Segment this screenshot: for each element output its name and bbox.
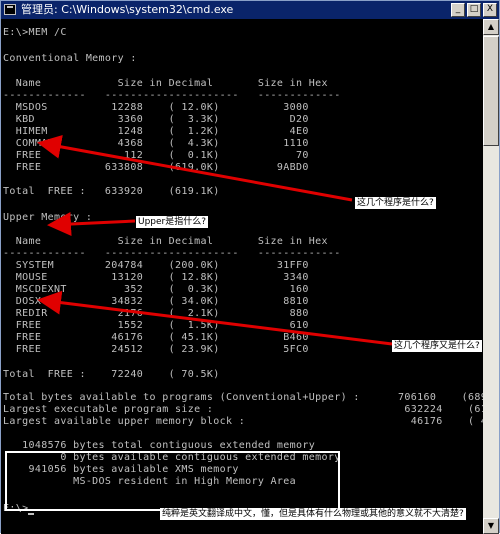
console-line: ------------- --------------------- ----… (3, 90, 341, 101)
scroll-down-button[interactable]: ▼ (483, 518, 499, 534)
scroll-up-button[interactable]: ▲ (483, 19, 499, 35)
maximize-button[interactable]: □ (467, 3, 481, 17)
vertical-scrollbar[interactable]: ▲ ▼ (483, 19, 499, 534)
text-cursor (28, 513, 35, 515)
annotation-upper-question: Upper是指什么? (136, 216, 209, 228)
window-controls: _ □ X (451, 3, 497, 17)
console-line: Largest executable program size : 632224… (3, 404, 500, 415)
console-line: REDIR 2176 ( 2.1K) 880 (3, 308, 309, 319)
annotation-bottom-note: 纯粹是英文翻译成中文，懂，但是具体有什么物理或其他的意义就不大清楚? (160, 508, 466, 520)
console-line: FREE 633808 (619.0K) 9ABD0 (3, 162, 309, 173)
console-line: MSDOS 12288 ( 12.0K) 3000 (3, 102, 309, 113)
minimize-button[interactable]: _ (451, 3, 465, 17)
console-output[interactable]: E:\>MEM /C Conventional Memory : Name Si… (1, 19, 500, 534)
extended-memory-highlight-box (5, 451, 340, 511)
console-line: MSCDEXNT 352 ( 0.3K) 160 (3, 284, 309, 295)
console-line: ------------- --------------------- ----… (3, 248, 341, 259)
console-line: Total bytes available to programs (Conve… (3, 392, 500, 403)
console-line: SYSTEM 204784 (200.0K) 31FF0 (3, 260, 309, 271)
console-line: Name Size in Decimal Size in Hex (3, 236, 328, 247)
annotation-programs-question-1: 这几个程序是什么? (355, 197, 436, 209)
console-line: FREE 112 ( 0.1K) 70 (3, 150, 309, 161)
console-line: E:\>MEM /C (3, 27, 67, 38)
console-line: Largest available upper memory block : 4… (3, 416, 500, 427)
annotation-programs-question-2: 这几个程序又是什么? (392, 340, 482, 352)
scroll-thumb[interactable] (483, 36, 499, 146)
console-line: Name Size in Decimal Size in Hex (3, 78, 328, 89)
console-line: MOUSE 13120 ( 12.8K) 3340 (3, 272, 309, 283)
console-line: KBD 3360 ( 3.3K) D20 (3, 114, 309, 125)
console-line: Upper Memory : (3, 212, 93, 223)
console-line: COMMAND 4368 ( 4.3K) 1110 (3, 138, 309, 149)
console-line: Total FREE : 633920 (619.1K) (3, 186, 220, 197)
console-line: HIMEM 1248 ( 1.2K) 4E0 (3, 126, 309, 137)
console-line: FREE 46176 ( 45.1K) B460 (3, 332, 309, 343)
close-button[interactable]: X (483, 3, 497, 17)
console-line: Total FREE : 72240 ( 70.5K) (3, 369, 220, 380)
console-line: DOSX 34832 ( 34.0K) 8810 (3, 296, 309, 307)
console-line: FREE 24512 ( 23.9K) 5FC0 (3, 344, 309, 355)
title-bar[interactable]: 管理员: C:\Windows\system32\cmd.exe _ □ X (1, 1, 499, 19)
cmd-window: 管理员: C:\Windows\system32\cmd.exe _ □ X E… (0, 0, 500, 534)
window-title: 管理员: C:\Windows\system32\cmd.exe (21, 3, 234, 16)
cmd-app-icon[interactable] (4, 4, 16, 15)
console-line: Conventional Memory : (3, 53, 137, 64)
console-line: FREE 1552 ( 1.5K) 610 (3, 320, 309, 331)
